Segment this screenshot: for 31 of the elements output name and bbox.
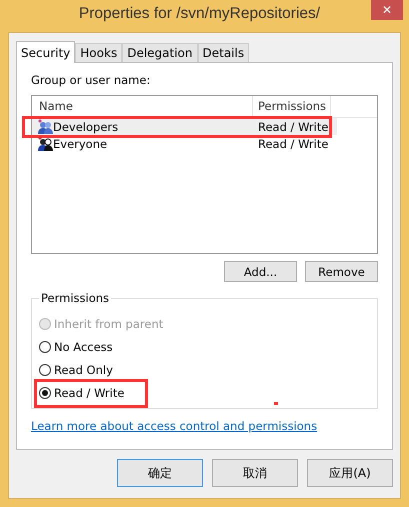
group-label: Group or user name:	[31, 73, 152, 89]
action-button[interactable]: Remove	[305, 261, 378, 282]
column-header: Permissions	[253, 96, 331, 118]
radio-label: Read Only	[54, 362, 113, 376]
radio-label: No Access	[54, 340, 113, 354]
list-row[interactable]: Everyone Read / Write	[32, 135, 337, 152]
radio-button[interactable]	[39, 340, 51, 352]
people-icon	[37, 136, 53, 152]
permission-text: Read / Write	[258, 120, 328, 134]
dialog-button[interactable]: 取消	[212, 459, 298, 487]
people-icon	[37, 118, 53, 134]
user-name: Developers	[53, 120, 120, 134]
tab[interactable]: Delegation	[122, 43, 198, 62]
close-button[interactable]: ✕	[371, 0, 403, 20]
radio-label: Read / Write	[54, 386, 124, 400]
permission-text: Read / Write	[258, 136, 328, 150]
list-row[interactable]: Developers Read / Write	[32, 118, 337, 135]
user-name: Everyone	[53, 136, 108, 150]
radio-button[interactable]	[39, 364, 51, 376]
tab[interactable]: Hooks	[75, 43, 122, 62]
radio-button[interactable]	[39, 386, 51, 398]
help-link[interactable]: Learn more about access control and permissions	[31, 419, 378, 433]
action-button[interactable]: Add...	[224, 261, 297, 282]
group-legend: Permissions	[39, 291, 112, 305]
tab[interactable]: Details	[198, 43, 250, 62]
dialog-button[interactable]: 应用(A)	[307, 459, 393, 487]
window-title: Properties for /svn/myRepositories/	[78, 4, 322, 23]
column-header: Name	[32, 96, 253, 118]
radio-label: Inherit from parent	[54, 316, 164, 330]
dialog-button[interactable]: 确定	[117, 459, 203, 487]
tab[interactable]: Security	[16, 41, 76, 63]
